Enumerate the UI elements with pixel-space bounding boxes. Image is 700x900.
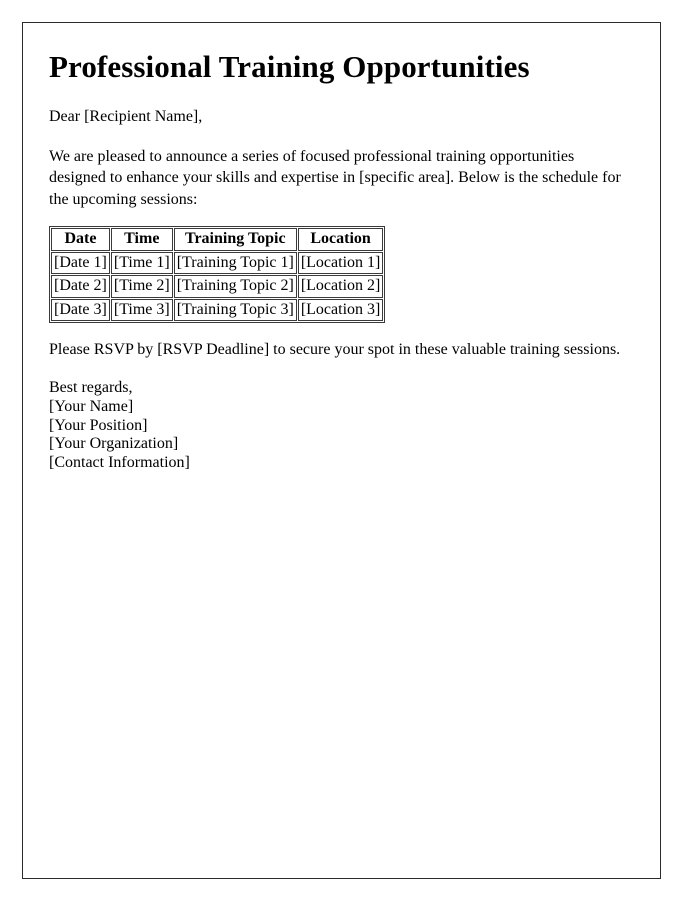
cell-topic: [Training Topic 3] [173,298,297,321]
salutation-line: Dear [Recipient Name], [49,107,203,125]
cell-time: [Time 3] [110,298,173,321]
intro-paragraph: We are pleased to announce a series of f… [49,147,621,208]
document-page: Professional Training Opportunities Dear… [22,22,661,879]
table-header-row: Date Time Training Topic Location [51,228,384,251]
rsvp-paragraph: Please RSVP by [RSVP Deadline] to secure… [49,340,621,358]
signature-closing: Best regards, [49,378,133,396]
cell-date: [Date 2] [51,275,110,298]
schedule-table-container: Date Time Training Topic Location [Date … [49,226,636,323]
cell-date: [Date 3] [51,298,110,321]
cell-location: [Location 2] [297,275,384,298]
signature-block: Best regards, [Your Name] [Your Position… [49,379,636,473]
page-title: Professional Training Opportunities [49,49,530,84]
column-header-date: Date [51,228,110,251]
training-schedule-table: Date Time Training Topic Location [Date … [49,226,386,323]
column-header-location: Location [297,228,384,251]
cell-date: [Date 1] [51,251,110,275]
table-row: [Date 3] [Time 3] [Training Topic 3] [Lo… [51,298,384,321]
signature-position: [Your Position] [49,416,148,434]
signature-name: [Your Name] [49,397,134,415]
column-header-topic: Training Topic [173,228,297,251]
table-body: [Date 1] [Time 1] [Training Topic 1] [Lo… [51,251,384,321]
cell-time: [Time 2] [110,275,173,298]
table-header: Date Time Training Topic Location [51,228,384,251]
cell-location: [Location 3] [297,298,384,321]
column-header-time: Time [110,228,173,251]
cell-location: [Location 1] [297,251,384,275]
signature-contact: [Contact Information] [49,454,190,472]
cell-topic: [Training Topic 2] [173,275,297,298]
table-row: [Date 2] [Time 2] [Training Topic 2] [Lo… [51,275,384,298]
document-body: Professional Training Opportunities Dear… [23,23,660,473]
cell-time: [Time 1] [110,251,173,275]
table-row: [Date 1] [Time 1] [Training Topic 1] [Lo… [51,251,384,275]
signature-organization: [Your Organization] [49,435,179,453]
cell-topic: [Training Topic 1] [173,251,297,275]
